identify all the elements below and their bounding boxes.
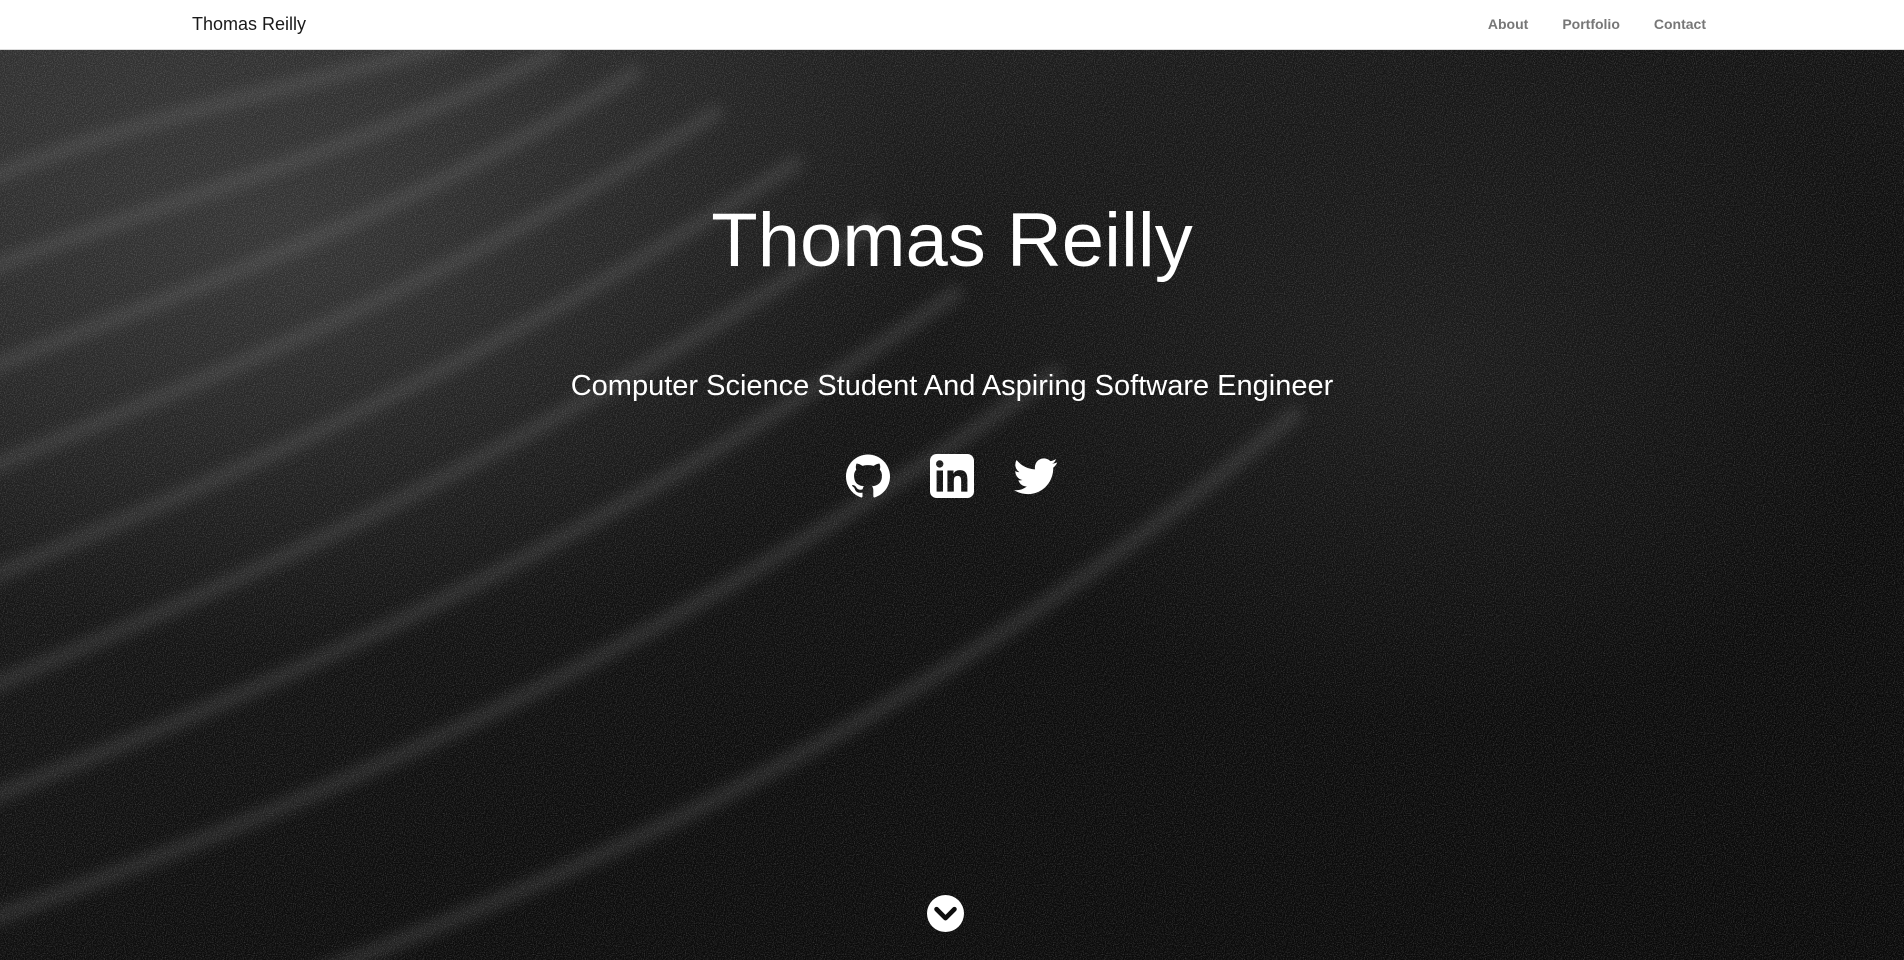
nav-link-contact[interactable]: Contact — [1654, 16, 1706, 32]
nav-links: About Portfolio Contact — [1488, 16, 1706, 32]
hero-section: Thomas Reilly Computer Science Student A… — [0, 50, 1904, 960]
hero-subtitle: Computer Science Student And Aspiring So… — [570, 370, 1334, 402]
social-links — [0, 454, 1904, 498]
linkedin-link[interactable] — [930, 454, 974, 498]
github-icon — [846, 454, 890, 498]
hero-title: Thomas Reilly — [711, 198, 1193, 283]
brand-link[interactable]: Thomas Reilly — [192, 14, 306, 35]
sand-texture-background — [0, 50, 1904, 960]
nav-link-about[interactable]: About — [1488, 16, 1528, 32]
github-link[interactable] — [846, 454, 890, 498]
twitter-link[interactable] — [1014, 454, 1058, 498]
navbar: Thomas Reilly About Portfolio Contact — [0, 0, 1904, 50]
twitter-icon — [1014, 458, 1058, 495]
scroll-down-button[interactable] — [927, 895, 964, 932]
linkedin-icon — [930, 454, 974, 498]
chevron-down-circle-icon — [927, 895, 964, 932]
nav-link-portfolio[interactable]: Portfolio — [1562, 16, 1620, 32]
